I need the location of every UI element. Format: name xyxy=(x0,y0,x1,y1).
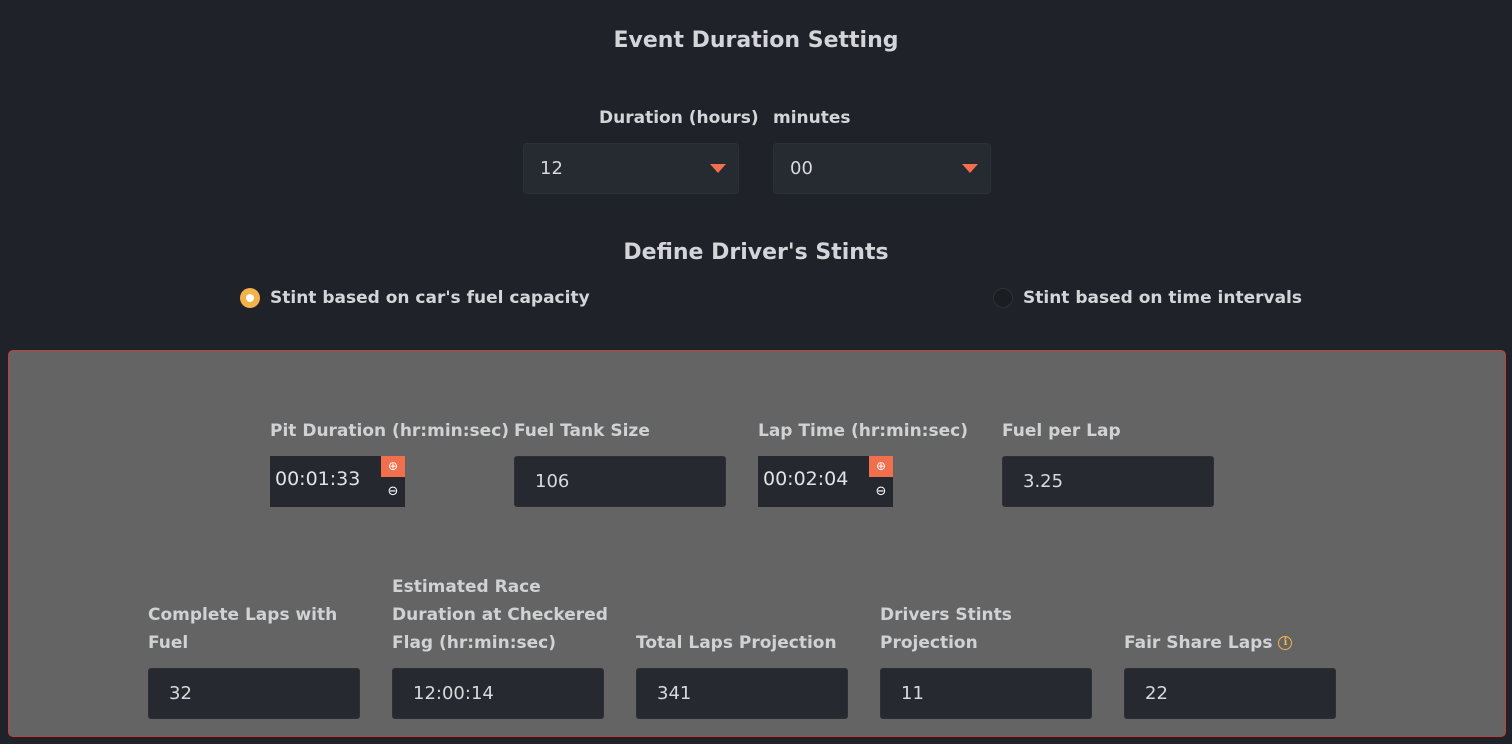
event-duration-title: Event Duration Setting xyxy=(613,28,899,53)
duration-hours-select[interactable]: 12 xyxy=(523,143,739,194)
driver-stints-label-line1: Drivers Stints xyxy=(880,605,1012,625)
fuel-tank-value: 106 xyxy=(535,471,570,492)
fair-share-value: 22 xyxy=(1145,683,1168,704)
radio-option-time[interactable]: Stint based on time intervals xyxy=(993,286,1302,310)
caret-down-icon xyxy=(710,164,726,173)
fuel-per-lap-input[interactable]: 3.25 xyxy=(1002,456,1214,507)
est-duration-label-line2: Duration at Checkered xyxy=(392,605,608,625)
pit-duration-field[interactable]: 00:01:33 xyxy=(270,456,381,507)
fuel-tank-label: Fuel Tank Size xyxy=(514,421,650,441)
pit-duration-input[interactable]: 00:01:33 ⊕ ⊖ xyxy=(270,456,405,507)
lap-time-input[interactable]: 00:02:04 ⊕ ⊖ xyxy=(758,456,893,507)
pit-duration-label: Pit Duration (hr:min:sec) xyxy=(270,421,510,441)
fair-share-output[interactable]: 22 xyxy=(1124,668,1336,719)
minutes-label: minutes xyxy=(773,108,851,128)
est-duration-label-line3: Flag (hr:min:sec) xyxy=(392,633,556,653)
radio-unselected-icon[interactable] xyxy=(993,288,1013,308)
est-duration-output[interactable]: 12:00:14 xyxy=(392,668,604,719)
radio-option-time-label: Stint based on time intervals xyxy=(1023,288,1303,308)
lap-time-label: Lap Time (hr:min:sec) xyxy=(758,421,968,441)
fuel-per-lap-value: 3.25 xyxy=(1023,471,1064,492)
complete-laps-value: 32 xyxy=(169,683,192,704)
fair-share-label-wrap: Fair Share Laps i xyxy=(1124,633,1293,653)
est-duration-value: 12:00:14 xyxy=(413,683,494,704)
pit-duration-value: 00:01:33 xyxy=(275,468,361,490)
plus-circle-icon[interactable]: ⊕ xyxy=(869,456,893,477)
radio-option-fuel[interactable]: Stint based on car's fuel capacity xyxy=(240,286,590,310)
minutes-value: 00 xyxy=(790,158,813,179)
complete-laps-label-line1: Complete Laps with xyxy=(148,605,338,625)
total-laps-output[interactable]: 341 xyxy=(636,668,848,719)
minus-circle-icon[interactable]: ⊖ xyxy=(869,477,893,507)
complete-laps-label-line2: Fuel xyxy=(148,633,189,653)
plus-circle-icon[interactable]: ⊕ xyxy=(381,456,405,477)
driver-stints-label-line2: Projection xyxy=(880,633,978,653)
define-stints-title: Define Driver's Stints xyxy=(623,240,889,265)
driver-stints-output[interactable]: 11 xyxy=(880,668,1092,719)
radio-option-fuel-label: Stint based on car's fuel capacity xyxy=(270,288,590,308)
minus-circle-icon[interactable]: ⊖ xyxy=(381,477,405,507)
driver-stints-value: 11 xyxy=(901,683,924,704)
est-duration-label-line1: Estimated Race xyxy=(392,577,541,597)
duration-hours-value: 12 xyxy=(540,158,563,179)
stint-calculator-panel: Pit Duration (hr:min:sec) Fuel Tank Size… xyxy=(8,350,1506,737)
total-laps-label: Total Laps Projection xyxy=(636,633,837,653)
lap-time-value: 00:02:04 xyxy=(763,468,849,490)
complete-laps-output[interactable]: 32 xyxy=(148,668,360,719)
total-laps-value: 341 xyxy=(657,683,692,704)
duration-hours-label: Duration (hours) xyxy=(599,108,759,128)
fuel-per-lap-label: Fuel per Lap xyxy=(1002,421,1121,441)
info-circle-icon[interactable]: i xyxy=(1278,636,1293,650)
fair-share-label: Fair Share Laps xyxy=(1124,633,1273,653)
lap-time-field[interactable]: 00:02:04 xyxy=(758,456,869,507)
fuel-tank-input[interactable]: 106 xyxy=(514,456,726,507)
minutes-select[interactable]: 00 xyxy=(773,143,991,194)
caret-down-icon xyxy=(962,164,978,173)
radio-selected-icon[interactable] xyxy=(240,288,260,308)
